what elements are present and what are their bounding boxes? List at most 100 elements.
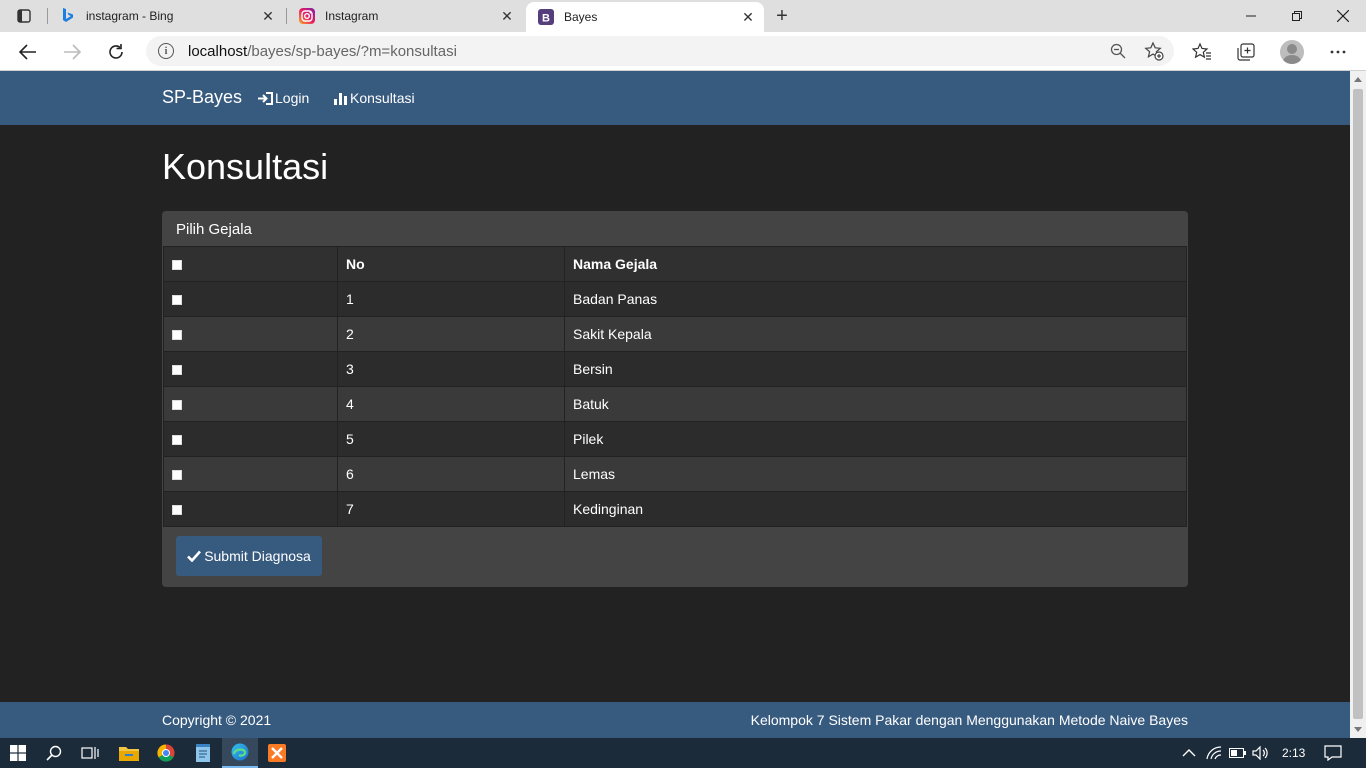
symptom-checkbox[interactable] bbox=[172, 295, 182, 306]
symptom-checkbox[interactable] bbox=[172, 435, 182, 446]
refresh-icon[interactable] bbox=[102, 38, 130, 66]
checkbox-cell bbox=[163, 281, 338, 317]
tray-chevron-up-icon[interactable] bbox=[1182, 744, 1196, 762]
site-footer: Copyright © 2021 Kelompok 7 Sistem Pakar… bbox=[0, 702, 1350, 738]
symptom-checkbox[interactable] bbox=[172, 505, 182, 516]
row-number: 5 bbox=[337, 421, 565, 457]
site-navbar: SP-Bayes Login Konsultasi bbox=[0, 71, 1350, 125]
search-icon[interactable] bbox=[42, 741, 66, 765]
login-icon bbox=[258, 91, 273, 105]
windows-taskbar: 2:13 bbox=[0, 738, 1366, 768]
column-header-nama-gejala: Nama Gejala bbox=[564, 246, 1187, 282]
bar-chart-icon bbox=[334, 92, 348, 105]
volume-icon[interactable] bbox=[1252, 744, 1270, 762]
notepad-icon[interactable] bbox=[191, 741, 215, 765]
tab-instagram[interactable]: Instagram ✕ bbox=[287, 0, 523, 32]
close-window-icon[interactable] bbox=[1320, 0, 1366, 32]
edge-icon[interactable] bbox=[222, 738, 258, 768]
nav-link-label: Login bbox=[275, 90, 310, 106]
url-bar[interactable]: i localhost/bayes/sp-bayes/?m=konsultasi bbox=[146, 36, 1174, 66]
page-scrollbar[interactable] bbox=[1350, 71, 1366, 738]
symptom-name: Badan Panas bbox=[564, 281, 1187, 317]
symptom-checkbox[interactable] bbox=[172, 330, 182, 341]
table-row: 6 Lemas bbox=[163, 456, 1187, 492]
symptom-name: Kedinginan bbox=[564, 491, 1187, 527]
table-row: 2 Sakit Kepala bbox=[163, 316, 1187, 352]
browser-tab-bar: instagram - Bing ✕ Instagram ✕ B Bayes ✕… bbox=[0, 0, 1366, 32]
column-header-no: No bbox=[337, 246, 565, 282]
zoom-icon[interactable] bbox=[1108, 41, 1128, 61]
battery-icon[interactable] bbox=[1229, 744, 1247, 762]
select-all-checkbox[interactable] bbox=[172, 260, 182, 271]
chrome-icon[interactable] bbox=[154, 741, 178, 765]
table-row: 5 Pilek bbox=[163, 421, 1187, 457]
symptom-checkbox[interactable] bbox=[172, 365, 182, 376]
checkbox-cell bbox=[163, 386, 338, 422]
xampp-icon[interactable] bbox=[265, 741, 289, 765]
footer-copyright: Copyright © 2021 bbox=[162, 712, 272, 728]
new-tab-icon[interactable]: + bbox=[770, 4, 794, 28]
scroll-down-icon[interactable] bbox=[1354, 727, 1362, 732]
table-row: 1 Badan Panas bbox=[163, 281, 1187, 317]
checkbox-cell bbox=[163, 456, 338, 492]
symptom-checkbox[interactable] bbox=[172, 470, 182, 481]
symptom-name: Bersin bbox=[564, 351, 1187, 387]
back-arrow-icon[interactable] bbox=[14, 38, 42, 66]
symptom-name: Pilek bbox=[564, 421, 1187, 457]
close-tab-icon[interactable]: ✕ bbox=[495, 4, 519, 28]
select-all-cell bbox=[163, 246, 338, 282]
symptom-panel: Pilih Gejala No Nama Gejala 1 Badan Pana… bbox=[162, 211, 1188, 587]
checkbox-cell bbox=[163, 351, 338, 387]
more-menu-icon[interactable] bbox=[1326, 40, 1350, 64]
symptom-name: Sakit Kepala bbox=[564, 316, 1187, 352]
tab-title: Instagram bbox=[325, 9, 379, 23]
add-favorite-icon[interactable] bbox=[1144, 41, 1164, 61]
submit-diagnosa-button[interactable]: Submit Diagnosa bbox=[176, 536, 322, 576]
favorites-icon[interactable] bbox=[1190, 40, 1214, 64]
task-view-icon[interactable] bbox=[78, 741, 102, 765]
collections-icon[interactable] bbox=[1234, 40, 1258, 64]
wifi-icon[interactable] bbox=[1206, 744, 1222, 762]
tab-title: instagram - Bing bbox=[86, 9, 174, 23]
windows-start-icon[interactable] bbox=[6, 741, 30, 765]
close-tab-icon[interactable]: ✕ bbox=[256, 4, 280, 28]
symptom-checkbox[interactable] bbox=[172, 400, 182, 411]
page-title: Konsultasi bbox=[162, 146, 329, 187]
taskbar-clock[interactable]: 2:13 bbox=[1282, 746, 1305, 760]
nav-link-label: Konsultasi bbox=[350, 90, 415, 106]
close-tab-icon[interactable]: ✕ bbox=[736, 5, 760, 29]
profile-avatar-icon[interactable] bbox=[1280, 40, 1304, 64]
row-number: 4 bbox=[337, 386, 565, 422]
table-row: 7 Kedinginan bbox=[163, 491, 1187, 527]
site-info-icon[interactable]: i bbox=[158, 43, 174, 59]
nav-link-login[interactable]: Login bbox=[258, 90, 309, 106]
scroll-thumb[interactable] bbox=[1353, 89, 1363, 719]
symptom-name: Batuk bbox=[564, 386, 1187, 422]
page-viewport: SP-Bayes Login Konsultasi Konsultasi Pil… bbox=[0, 71, 1350, 738]
instagram-icon bbox=[299, 8, 315, 24]
panel-title: Pilih Gejala bbox=[176, 221, 252, 238]
brand-link[interactable]: SP-Bayes bbox=[162, 87, 242, 108]
address-toolbar: i localhost/bayes/sp-bayes/?m=konsultasi bbox=[0, 32, 1366, 71]
tab-title: Bayes bbox=[564, 10, 598, 24]
checkbox-cell bbox=[163, 316, 338, 352]
minimize-icon[interactable] bbox=[1228, 0, 1274, 32]
tab-actions-icon[interactable] bbox=[10, 6, 38, 26]
file-explorer-icon[interactable] bbox=[117, 741, 141, 765]
tab-bing[interactable]: instagram - Bing ✕ bbox=[48, 0, 284, 32]
url-text[interactable]: localhost/bayes/sp-bayes/?m=konsultasi bbox=[188, 43, 457, 60]
row-number: 7 bbox=[337, 491, 565, 527]
forward-arrow-icon[interactable] bbox=[58, 38, 86, 66]
bootstrap-icon: B bbox=[538, 9, 554, 25]
scroll-up-icon[interactable] bbox=[1354, 77, 1362, 82]
submit-label: Submit Diagnosa bbox=[204, 548, 311, 564]
table-header-row: No Nama Gejala bbox=[163, 246, 1187, 282]
symptom-name: Lemas bbox=[564, 456, 1187, 492]
table-row: 3 Bersin bbox=[163, 351, 1187, 387]
checkbox-cell bbox=[163, 421, 338, 457]
notifications-icon[interactable] bbox=[1324, 744, 1342, 762]
nav-link-konsultasi[interactable]: Konsultasi bbox=[334, 90, 415, 106]
tab-bayes[interactable]: B Bayes ✕ bbox=[526, 2, 764, 32]
restore-icon[interactable] bbox=[1274, 0, 1320, 32]
check-icon bbox=[187, 550, 202, 562]
